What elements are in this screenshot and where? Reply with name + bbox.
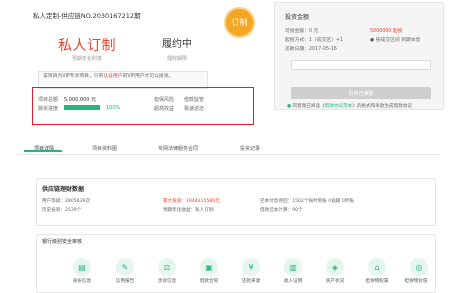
- id-card-icon: ▤: [73, 258, 91, 276]
- contract-icon: ▣: [200, 258, 218, 276]
- collateral-value-icon: ◎: [410, 258, 428, 276]
- income-proof-icon: ▥: [284, 258, 302, 276]
- security-item-label: 借款合同: [199, 279, 219, 284]
- product-title: 私人定制-供应链NO.2030167212期: [33, 12, 141, 20]
- notice-link[interactable]: 认证用户: [103, 74, 122, 79]
- guarantee-item: 借款监管: [184, 97, 205, 103]
- info-cell: 累计投资：1944315586元: [163, 199, 220, 204]
- status-label: 理财期限: [167, 56, 188, 62]
- repay-date: 还款日期：2017-05-16: [285, 47, 337, 52]
- tab-project-images[interactable]: 项目资料图: [92, 145, 117, 152]
- product-main-title: 私人订制: [58, 38, 116, 54]
- credit-report-icon: ✎: [116, 258, 134, 276]
- status-text: 履约中: [162, 39, 192, 50]
- info-title: 供应链理财数据: [42, 186, 85, 193]
- min-invest: 起投方式：1（成交区）+1: [285, 38, 344, 43]
- info-cell: 还本付息待回：1502个按时到账 0逾期 0坏账: [260, 199, 354, 204]
- agreement-link[interactable]: 借款协议范本: [325, 104, 353, 109]
- available-value: 5000000 起投: [370, 29, 403, 34]
- security-item-label: 担保物权属: [365, 279, 389, 284]
- security-title: 银行级别安全审核: [42, 239, 83, 245]
- progress-percent: 100%: [106, 105, 121, 111]
- amount-label: 项目总额: [38, 97, 59, 103]
- collateral-right-icon: ⌂: [368, 258, 386, 276]
- guarantee-item: 极速返还: [184, 106, 205, 112]
- agree-text-post: 》的格式和条款生成借款协议: [352, 104, 412, 109]
- info-box: [36, 178, 436, 226]
- notice-text-pre: 该项目为VIP专享项目，只有: [43, 74, 104, 79]
- guarantee-item: 担保风险: [154, 97, 175, 103]
- tab-legal-contract[interactable]: 专网法律服务合同: [158, 145, 198, 152]
- repay-method: ● 按成交区间 到期本息: [370, 38, 421, 43]
- active-tab-indicator: [24, 150, 62, 152]
- litigation-icon: ⚖: [158, 258, 176, 276]
- security-item-label: 担保物价值: [404, 279, 428, 284]
- agreement-line: ● 同意我已阅读《借款协议范本》的格式和条款生成借款协议: [287, 103, 412, 109]
- guarantee-item: 超高收益: [154, 106, 175, 112]
- amount-value: 5,000,000 元: [64, 97, 97, 103]
- notice-text-post: 的VIP用户才可以投资。: [122, 74, 174, 79]
- security-item-label: 信用报告: [115, 279, 135, 284]
- security-item-label: 资产状况: [325, 279, 345, 284]
- info-cell: 借款还本计算：90个: [260, 208, 303, 213]
- repay-source-icon: ¥: [242, 258, 260, 276]
- security-item-label: 身份信息: [72, 279, 92, 284]
- rate-label: 预期年化利率: [72, 56, 103, 62]
- agree-text-pre: 同意我已阅读《: [292, 104, 325, 109]
- info-cell: 预期年化收益：私人订制: [163, 208, 214, 213]
- progress-bar: [64, 105, 100, 110]
- info-cell: 历史投资：2539个: [42, 208, 82, 213]
- security-item-label: 收入证明: [283, 279, 303, 284]
- invest-button[interactable]: 投资已满额: [291, 87, 431, 99]
- custom-seal-badge: 订制: [224, 7, 255, 38]
- security-item-label: 涉诉信息: [157, 279, 177, 284]
- tab-invest-records[interactable]: 投资记录: [240, 145, 260, 152]
- tab-bar: [18, 142, 438, 155]
- security-item-label: 还款来源: [241, 279, 261, 284]
- amount-input[interactable]: [291, 60, 431, 70]
- check-icon[interactable]: ●: [287, 104, 291, 109]
- available-amount: 可投金额：0 元: [285, 29, 319, 34]
- asset-icon: ◈: [326, 258, 344, 276]
- info-cell: 用户等级：2805639次: [42, 199, 91, 204]
- progress-label: 融资进度: [38, 106, 59, 112]
- invest-panel-title: 投资金额: [285, 14, 310, 21]
